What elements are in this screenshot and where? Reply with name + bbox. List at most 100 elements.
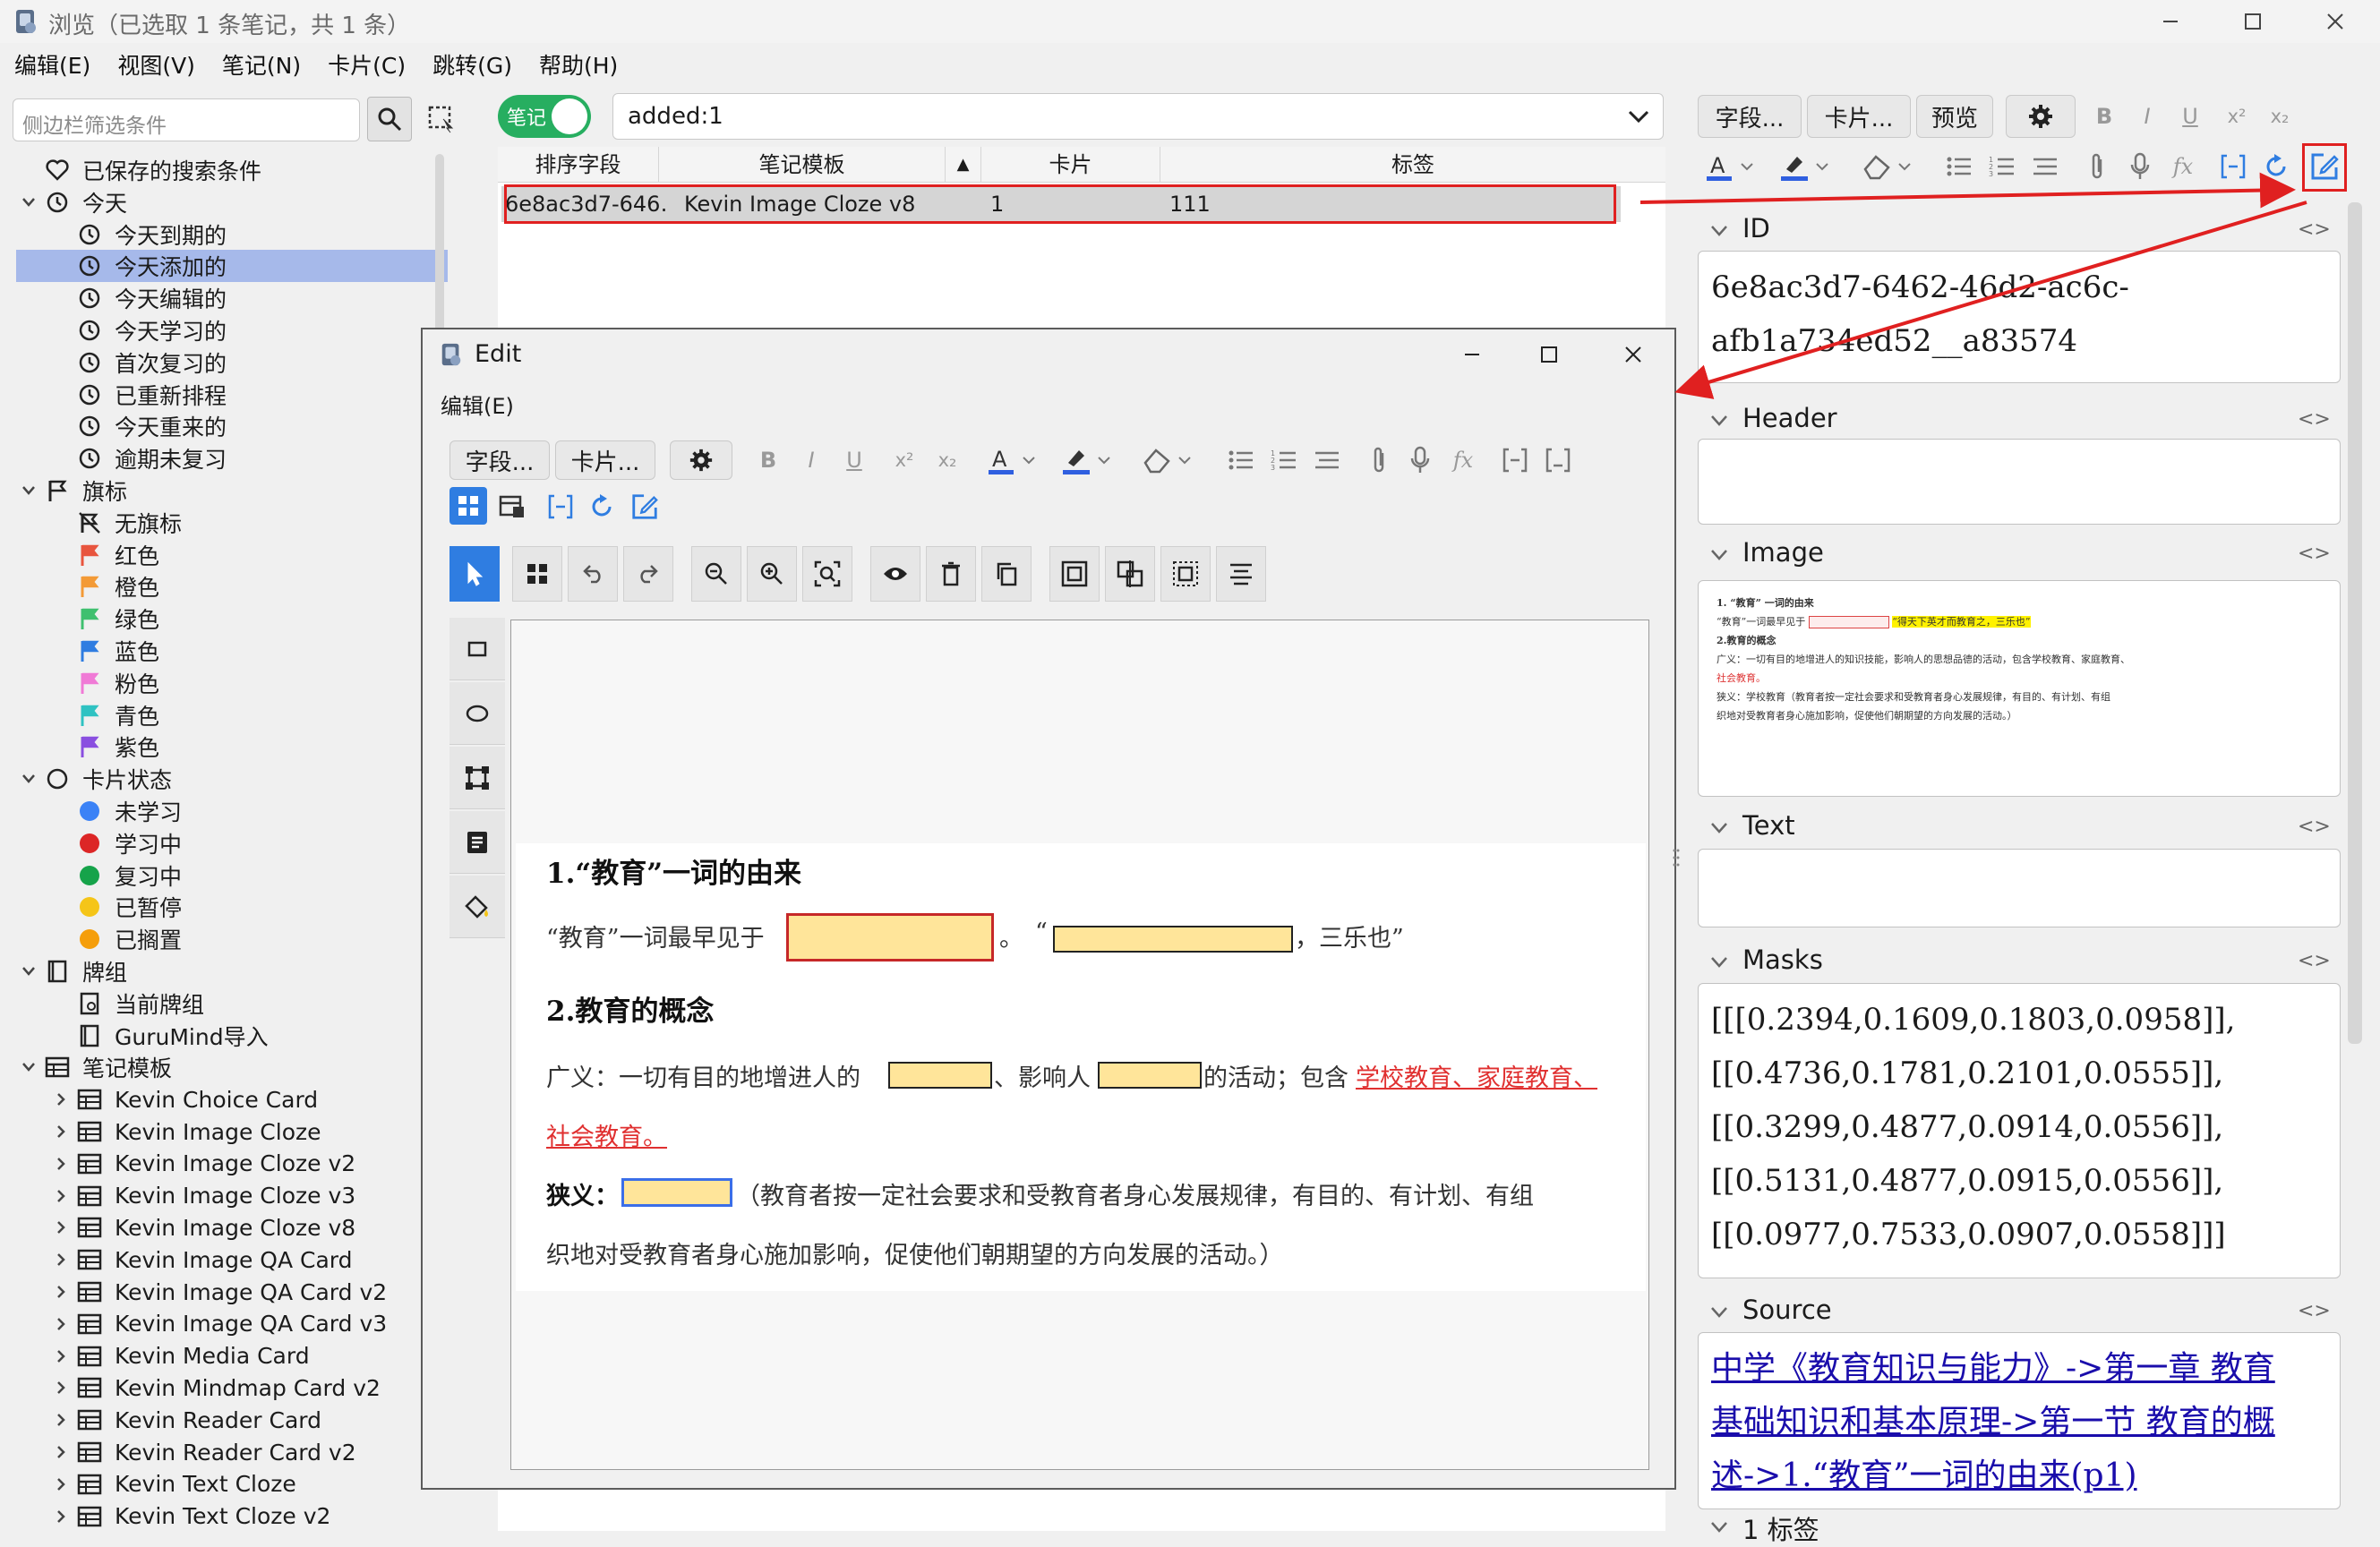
chevron-right-icon[interactable] <box>52 1508 70 1526</box>
occlusion-mask[interactable] <box>888 1062 992 1089</box>
edit-attachment-icon[interactable] <box>1361 442 1397 478</box>
edit-close-button[interactable] <box>1606 338 1660 371</box>
chevron-right-icon[interactable] <box>52 1090 70 1108</box>
maximize-button[interactable] <box>2212 0 2294 43</box>
subscript-icon[interactable]: x₂ <box>2262 98 2298 134</box>
add-note-mode-icon[interactable] <box>494 489 530 525</box>
occlusion-mask[interactable] <box>1098 1062 1202 1089</box>
group-button[interactable] <box>1049 546 1100 602</box>
sidebar-filter-input[interactable]: 侧边栏筛选条件 <box>13 98 360 141</box>
sidebar-item[interactable]: Kevin Text Cloze <box>0 1468 448 1500</box>
sidebar-item[interactable]: 今天 <box>0 186 448 218</box>
zoom-fit-tool-button[interactable] <box>512 546 562 602</box>
eraser-icon[interactable] <box>1859 149 1895 184</box>
underline-icon[interactable]: U <box>2172 98 2208 134</box>
edit-maximize-button[interactable] <box>1522 338 1576 371</box>
html-editor-toggle-icon[interactable]: <> <box>2298 408 2331 431</box>
sidebar-item[interactable]: Kevin Text Cloze v2 <box>0 1500 448 1531</box>
sidebar-item[interactable]: 今天到期的 <box>0 218 448 251</box>
chevron-right-icon[interactable] <box>52 1379 70 1397</box>
edit-eraser-dropdown-icon[interactable] <box>1175 442 1194 478</box>
occlusion-edit-icon[interactable] <box>627 489 663 525</box>
sidebar-item[interactable]: Kevin Image QA Card v3 <box>0 1308 448 1340</box>
ordered-list-icon[interactable]: 123 <box>1984 149 2020 184</box>
note-settings-button[interactable] <box>2006 95 2076 138</box>
field-collapse-chevron-icon[interactable] <box>1708 548 1730 569</box>
sidebar-search-button[interactable] <box>367 97 412 141</box>
sidebar-item[interactable]: Kevin Image QA Card v2 <box>0 1276 448 1308</box>
chevron-right-icon[interactable] <box>52 1411 70 1429</box>
chevron-right-icon[interactable] <box>52 1155 70 1173</box>
highlight-dropdown-icon[interactable] <box>1812 149 1832 184</box>
sidebar-item[interactable]: Kevin Reader Card <box>0 1404 448 1436</box>
chevron-right-icon[interactable] <box>52 1218 70 1236</box>
select-all-button[interactable] <box>1160 546 1211 602</box>
sidebar-select-button[interactable] <box>423 100 460 138</box>
zoom-out-button[interactable] <box>691 546 741 602</box>
field-input-source[interactable]: 中学《教育知识与能力》->第一章 教育 基础知识和基本原理->第一节 教育的概 述-… <box>1698 1332 2341 1509</box>
edit-bold-icon[interactable]: B <box>750 442 786 478</box>
chevron-right-icon[interactable] <box>52 1283 70 1301</box>
chevron-down-icon[interactable] <box>20 1058 38 1076</box>
menu-edit[interactable]: 编辑(E) <box>0 48 103 84</box>
menu-go[interactable]: 跳转(G) <box>418 48 525 84</box>
sidebar-item[interactable]: 紫色 <box>0 731 448 763</box>
edit-eraser-icon[interactable] <box>1139 442 1175 478</box>
sidebar-item[interactable]: 已暂停 <box>0 891 448 923</box>
occlusion-cloze-icon[interactable] <box>543 489 578 525</box>
cloze-icon[interactable] <box>2215 149 2251 184</box>
edit-italic-icon[interactable]: I <box>793 442 829 478</box>
italic-icon[interactable]: I <box>2129 98 2165 134</box>
sidebar-item[interactable]: 已搁置 <box>0 923 448 955</box>
edit-settings-button[interactable] <box>670 440 732 480</box>
edit-microphone-icon[interactable] <box>1402 442 1438 478</box>
menu-notes[interactable]: 笔记(N) <box>208 48 313 84</box>
edit-window-menu-edit[interactable]: 编辑(E) <box>441 389 514 420</box>
sidebar-item[interactable]: 卡片状态 <box>0 763 448 795</box>
sidebar-item[interactable]: 粉色 <box>0 667 448 699</box>
sidebar-item[interactable]: 今天编辑的 <box>0 282 448 314</box>
sidebar-item[interactable]: Kevin Image Cloze v8 <box>0 1211 448 1244</box>
sidebar-item[interactable]: 今天重来的 <box>0 410 448 442</box>
source-link[interactable]: 述->1.“教育”一词的由来(p1) <box>1711 1449 2327 1503</box>
zoom-in-button[interactable] <box>747 546 797 602</box>
sidebar-item[interactable]: 牌组 <box>0 955 448 987</box>
sidebar-item[interactable]: 旗标 <box>0 474 448 507</box>
occlusion-refresh-icon[interactable] <box>584 489 620 525</box>
align-icon[interactable] <box>2027 149 2063 184</box>
unordered-list-icon[interactable] <box>1941 149 1977 184</box>
field-collapse-chevron-icon[interactable] <box>1708 224 1730 245</box>
refresh-icon[interactable] <box>2258 149 2294 184</box>
edit-ordered-list-icon[interactable]: 123 <box>1266 442 1302 478</box>
chevron-down-icon[interactable] <box>20 193 38 211</box>
edit-text-color-icon[interactable]: A <box>983 442 1019 478</box>
ungroup-button[interactable] <box>1105 546 1155 602</box>
eraser-dropdown-icon[interactable] <box>1895 149 1914 184</box>
field-collapse-chevron-icon[interactable] <box>1708 414 1730 435</box>
chevron-right-icon[interactable] <box>52 1315 70 1333</box>
edit-cloze-same-icon[interactable] <box>1540 442 1576 478</box>
chevron-right-icon[interactable] <box>52 1475 70 1493</box>
sidebar-item[interactable]: Kevin Media Card <box>0 1340 448 1372</box>
sidebar-item[interactable]: 青色 <box>0 699 448 731</box>
fill-tool-button[interactable] <box>449 876 505 938</box>
edit-cards-button[interactable]: 卡片... <box>555 440 655 480</box>
edit-subscript-icon[interactable]: x₂ <box>929 442 965 478</box>
edit-highlight-dropdown-icon[interactable] <box>1094 442 1114 478</box>
sidebar-item[interactable]: GuruMind导入 <box>0 1020 448 1052</box>
sidebar-item[interactable]: 已重新排程 <box>0 379 448 411</box>
splitter-handle[interactable] <box>1673 847 1680 868</box>
source-link[interactable]: 基础知识和基本原理->第一节 教育的概 <box>1711 1396 2327 1449</box>
sidebar-item[interactable]: 笔记模板 <box>0 1051 448 1083</box>
toggle-masks-button[interactable] <box>870 546 920 602</box>
close-button[interactable] <box>2294 0 2376 43</box>
column-sort-field[interactable]: 排序字段 <box>498 147 659 183</box>
redo-button[interactable] <box>623 546 673 602</box>
ellipse-tool-button[interactable] <box>449 682 505 745</box>
edit-superscript-icon[interactable]: x² <box>886 442 922 478</box>
chevron-right-icon[interactable] <box>52 1187 70 1205</box>
text-color-dropdown-icon[interactable] <box>1737 149 1757 184</box>
field-collapse-chevron-icon[interactable] <box>1708 955 1730 977</box>
field-input-text[interactable] <box>1698 849 2341 927</box>
chevron-right-icon[interactable] <box>52 1251 70 1269</box>
